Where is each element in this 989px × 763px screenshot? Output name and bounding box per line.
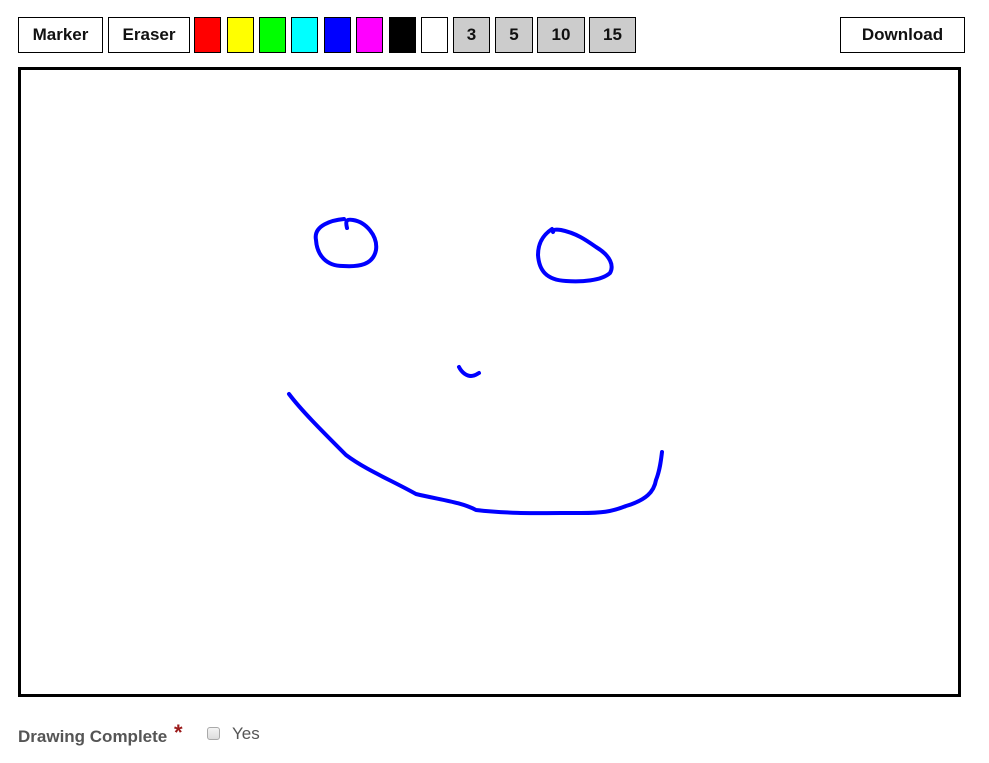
drawing-canvas[interactable]: [18, 67, 961, 697]
eraser-button[interactable]: Eraser: [108, 17, 190, 53]
color-swatch-cyan[interactable]: [291, 17, 318, 53]
drawing-complete-label: Drawing Complete: [18, 727, 168, 746]
drawing-complete-checkbox[interactable]: [207, 727, 220, 740]
color-swatch-red[interactable]: [194, 17, 221, 53]
color-swatch-white[interactable]: [421, 17, 448, 53]
color-swatch-black[interactable]: [389, 17, 416, 53]
brush-size-5-button[interactable]: 5: [495, 17, 533, 53]
marker-button[interactable]: Marker: [18, 17, 103, 53]
download-button[interactable]: Download: [840, 17, 965, 53]
brush-size-15-button[interactable]: 15: [589, 17, 636, 53]
stroke-mouth: [287, 392, 664, 516]
stroke-right-eye: [536, 227, 614, 284]
color-swatch-yellow[interactable]: [227, 17, 254, 53]
required-asterisk: *: [174, 720, 183, 745]
checkbox-label-yes[interactable]: Yes: [232, 724, 260, 744]
brush-size-3-button[interactable]: 3: [453, 17, 490, 53]
stroke-nose: [457, 365, 481, 378]
drawing-surface[interactable]: [21, 70, 958, 694]
color-swatch-green[interactable]: [259, 17, 286, 53]
brush-size-10-button[interactable]: 10: [537, 17, 585, 53]
color-swatch-blue[interactable]: [324, 17, 351, 53]
stroke-left-eye: [313, 217, 379, 269]
color-swatch-magenta[interactable]: [356, 17, 383, 53]
